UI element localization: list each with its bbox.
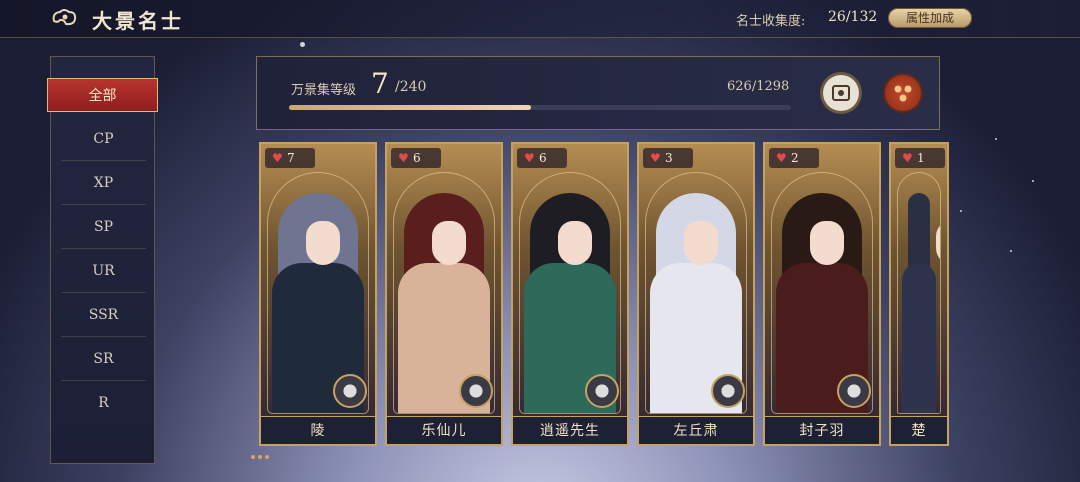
affection-count: 2 — [791, 151, 799, 165]
relationship-button[interactable] — [885, 75, 921, 111]
level-label: 万景集等级 — [291, 83, 357, 98]
character-card[interactable]: ♥ 6 逍遥先生 — [511, 142, 629, 446]
page-title: 大景名士 — [92, 9, 184, 33]
level-max: /240 — [395, 79, 427, 95]
character-portrait — [897, 172, 941, 414]
top-bar: 大景名士 名士收集度: 26/132 属性加成 — [0, 0, 1080, 38]
compass-badge-icon — [333, 374, 367, 408]
affection-count: 1 — [917, 151, 925, 165]
portrait-face — [936, 221, 940, 265]
affection-badge: ♥ 3 — [643, 148, 693, 168]
collection-value: 26/132 — [828, 9, 878, 25]
share-nodes-icon — [894, 85, 912, 102]
cloud-emblem-icon — [52, 9, 77, 26]
scroll-indicator-icon — [251, 455, 269, 459]
affection-badge: ♥ 1 — [895, 148, 945, 168]
affection-badge: ♥ 6 — [517, 148, 567, 168]
collection-book-button[interactable] — [823, 75, 859, 111]
filter-xp[interactable]: XP — [61, 161, 146, 205]
exp-progress-fill — [289, 105, 531, 110]
heart-icon: ♥ — [650, 151, 661, 165]
filter-ssr[interactable]: SSR — [61, 293, 146, 337]
compass-badge-icon — [459, 374, 493, 408]
attribute-bonus-button[interactable]: 属性加成 — [888, 8, 972, 28]
portrait-face — [810, 221, 844, 265]
character-name: 楚 — [891, 416, 947, 444]
filter-all[interactable]: 全部 — [47, 78, 158, 112]
character-card[interactable]: ♥ 1 楚 — [889, 142, 949, 446]
heart-icon: ♥ — [272, 151, 283, 165]
collection-level-panel: 万景集等级 7 /240 626/1298 — [256, 56, 940, 130]
affection-count: 6 — [539, 151, 547, 165]
character-card[interactable]: ♥ 3 左丘肃 — [637, 142, 755, 446]
rarity-filter-sidebar: 全部 CP XP SP UR SSR SR R — [47, 56, 158, 464]
exp-text: 626/1298 — [727, 79, 790, 94]
affection-badge: ♥ 7 — [265, 148, 315, 168]
character-card[interactable]: ♥ 2 封子羽 — [763, 142, 881, 446]
portrait-face — [306, 221, 340, 265]
affection-count: 6 — [413, 151, 421, 165]
heart-icon: ♥ — [524, 151, 535, 165]
character-name: 左丘肃 — [639, 416, 753, 444]
portrait-face — [432, 221, 466, 265]
character-name: 乐仙儿 — [387, 416, 501, 444]
heart-icon: ♥ — [776, 151, 787, 165]
filter-sr[interactable]: SR — [61, 337, 146, 381]
heart-icon: ♥ — [398, 151, 409, 165]
heart-icon: ♥ — [902, 151, 913, 165]
level-current: 7 — [371, 67, 389, 100]
portrait-face — [684, 221, 718, 265]
portrait-face — [558, 221, 592, 265]
filter-ur[interactable]: UR — [61, 249, 146, 293]
collection-label: 名士收集度: — [736, 14, 806, 29]
exp-progress-bar — [289, 105, 791, 110]
compass-badge-icon — [837, 374, 871, 408]
character-name: 封子羽 — [765, 416, 879, 444]
compass-badge-icon — [585, 374, 619, 408]
affection-badge: ♥ 6 — [391, 148, 441, 168]
filter-r[interactable]: R — [61, 381, 146, 425]
character-card[interactable]: ♥ 6 乐仙儿 — [385, 142, 503, 446]
book-icon — [832, 85, 850, 101]
compass-badge-icon — [711, 374, 745, 408]
portrait-robe — [902, 263, 936, 413]
filter-sp[interactable]: SP — [61, 205, 146, 249]
character-card[interactable]: ♥ 7 陵 — [259, 142, 377, 446]
character-name: 陵 — [261, 416, 375, 444]
character-name: 逍遥先生 — [513, 416, 627, 444]
affection-count: 7 — [287, 151, 295, 165]
affection-badge: ♥ 2 — [769, 148, 819, 168]
affection-count: 3 — [665, 151, 673, 165]
filter-cp[interactable]: CP — [61, 117, 146, 161]
